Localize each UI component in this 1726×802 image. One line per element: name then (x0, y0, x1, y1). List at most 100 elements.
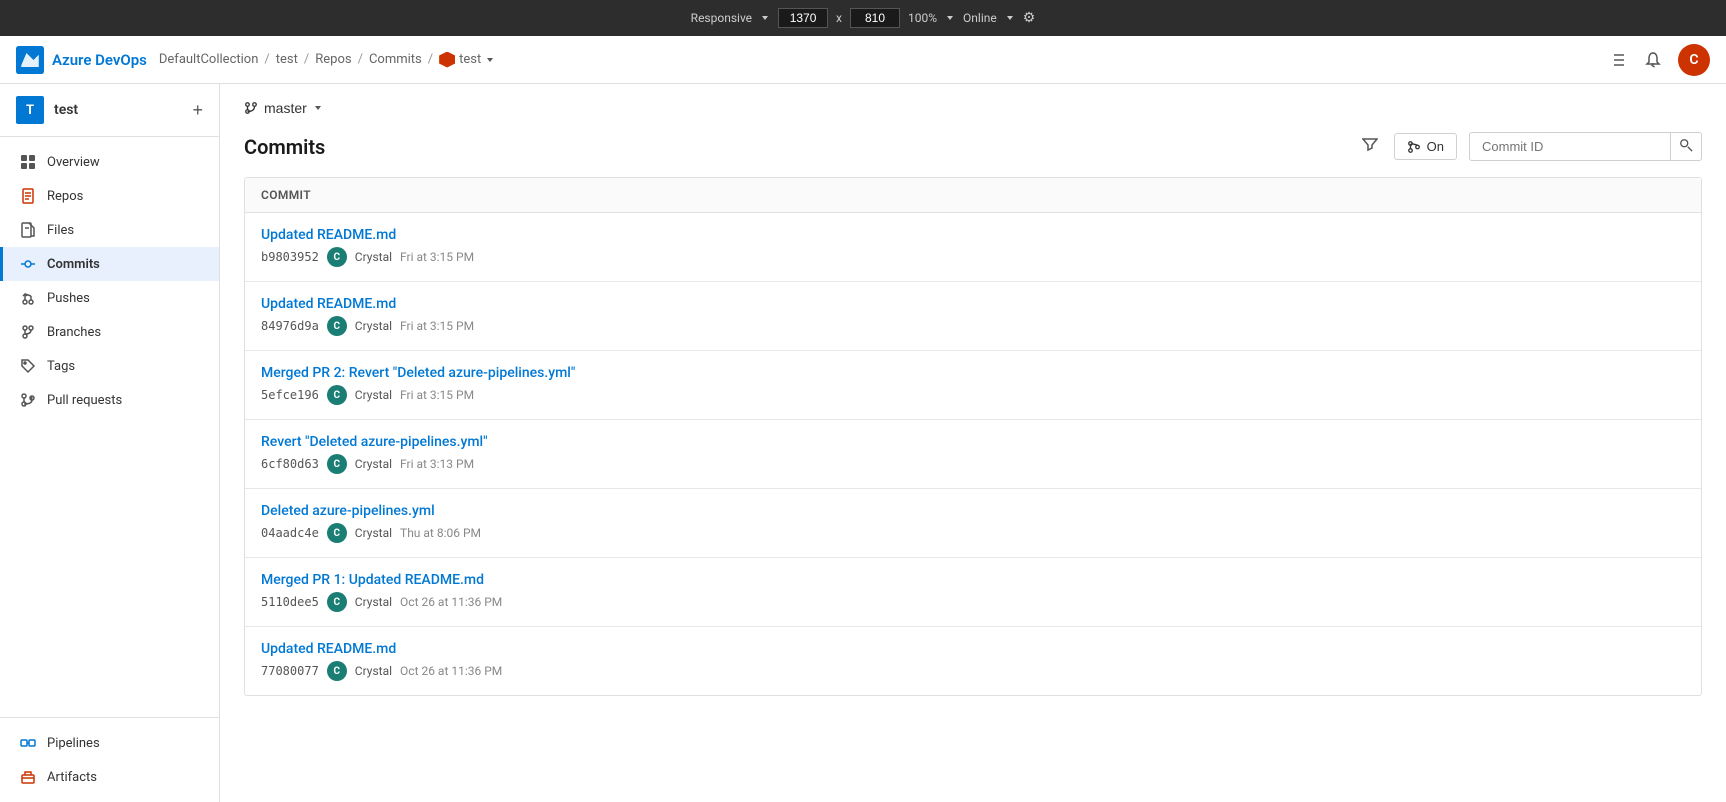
commits-rows: Updated README.md b9803952 C Crystal Fri… (245, 213, 1701, 695)
sidebar-nav: Overview Repos Files Commi (0, 137, 219, 713)
breadcrumb-collection[interactable]: DefaultCollection (159, 52, 259, 67)
breadcrumb-project[interactable]: test (276, 52, 298, 67)
author-avatar: C (327, 385, 347, 405)
browser-toolbar: Responsive x 100% Online ⚙ (0, 0, 1726, 36)
commit-id-input[interactable] (1470, 134, 1670, 159)
sidebar-item-repos[interactable]: Repos (0, 179, 219, 213)
search-icon (1679, 138, 1693, 152)
sidebar-item-pushes[interactable]: Pushes (0, 281, 219, 315)
commit-author: Crystal (355, 388, 392, 402)
commit-date: Fri at 3:15 PM (400, 388, 474, 402)
commit-hash: 77080077 (261, 664, 319, 678)
breadcrumb-sep1: / (264, 52, 269, 67)
commit-date: Oct 26 at 11:36 PM (400, 595, 502, 609)
sidebar-item-pull-requests[interactable]: Pull requests (0, 383, 219, 417)
branch-selector: master (220, 84, 1726, 124)
zoom-label: 100% (908, 11, 937, 25)
tags-icon (19, 357, 37, 375)
table-row[interactable]: Merged PR 1: Updated README.md 5110dee5 … (245, 558, 1701, 627)
project-initial: T (16, 96, 44, 124)
overview-icon (19, 153, 37, 171)
commit-meta: 84976d9a C Crystal Fri at 3:15 PM (261, 316, 1685, 336)
breadcrumb: DefaultCollection / test / Repos / Commi… (159, 52, 495, 68)
commit-date: Fri at 3:13 PM (400, 457, 474, 471)
breadcrumb-sep3: / (358, 52, 363, 67)
table-row[interactable]: Merged PR 2: Revert "Deleted azure-pipel… (245, 351, 1701, 420)
commit-meta: 5efce196 C Crystal Fri at 3:15 PM (261, 385, 1685, 405)
width-input[interactable] (778, 8, 828, 28)
sidebar-item-artifacts[interactable]: Artifacts (0, 760, 219, 794)
header-left: Azure DevOps DefaultCollection / test / … (16, 46, 495, 74)
notifications-button[interactable] (1644, 51, 1662, 69)
filter-icon (1362, 136, 1378, 152)
breadcrumb-sep2: / (304, 52, 309, 67)
commit-date: Thu at 8:06 PM (400, 526, 481, 540)
breadcrumb-repo[interactable]: test (439, 52, 495, 68)
toggle-button[interactable]: On (1394, 133, 1457, 160)
sidebar-item-pipelines[interactable]: Pipelines (0, 726, 219, 760)
commit-message: Revert "Deleted azure-pipelines.yml" (261, 434, 1685, 450)
overview-label: Overview (47, 155, 100, 170)
sidebar-item-tags[interactable]: Tags (0, 349, 219, 383)
repos-icon (19, 187, 37, 205)
table-row[interactable]: Updated README.md 84976d9a C Crystal Fri… (245, 282, 1701, 351)
commit-meta: 77080077 C Crystal Oct 26 at 11:36 PM (261, 661, 1685, 681)
sidebar-bottom-section: Pipelines Artifacts (0, 717, 219, 802)
checklist-button[interactable] (1610, 51, 1628, 69)
tags-label: Tags (47, 359, 75, 374)
pr-label: Pull requests (47, 393, 122, 408)
commit-id-search-button[interactable] (1670, 133, 1701, 160)
settings-icon[interactable]: ⚙ (1023, 10, 1036, 26)
commit-hash: 5110dee5 (261, 595, 319, 609)
branch-button[interactable]: master (244, 100, 323, 116)
files-label: Files (47, 223, 74, 238)
sidebar-add-button[interactable]: + (192, 101, 203, 119)
commit-message: Deleted azure-pipelines.yml (261, 503, 1685, 519)
user-avatar[interactable]: C (1678, 44, 1710, 76)
project-name: test (54, 102, 78, 118)
author-avatar: C (327, 661, 347, 681)
files-icon (19, 221, 37, 239)
checklist-icon (1610, 51, 1628, 69)
table-row[interactable]: Deleted azure-pipelines.yml 04aadc4e C C… (245, 489, 1701, 558)
ado-logo[interactable]: Azure DevOps (16, 46, 147, 74)
commit-meta: 04aadc4e C Crystal Thu at 8:06 PM (261, 523, 1685, 543)
sidebar-item-branches[interactable]: Branches (0, 315, 219, 349)
commit-meta: 5110dee5 C Crystal Oct 26 at 11:36 PM (261, 592, 1685, 612)
artifacts-label: Artifacts (47, 770, 97, 785)
commit-hash: b9803952 (261, 250, 319, 264)
sidebar-item-overview[interactable]: Overview (0, 145, 219, 179)
breadcrumb-repo-name: test (459, 52, 481, 67)
toggle-label: On (1427, 139, 1444, 154)
branch-dropdown-icon (313, 103, 323, 113)
branches-icon (19, 323, 37, 341)
commit-author: Crystal (355, 595, 392, 609)
sidebar-project-name: T test (16, 96, 78, 124)
commits-header: Commits On (220, 124, 1726, 177)
commit-message: Updated README.md (261, 227, 1685, 243)
author-avatar: C (327, 523, 347, 543)
page-title: Commits (244, 135, 325, 159)
commit-author: Crystal (355, 664, 392, 678)
responsive-dropdown-icon (760, 13, 770, 23)
table-row[interactable]: Updated README.md 77080077 C Crystal Oct… (245, 627, 1701, 695)
responsive-label: Responsive (691, 11, 752, 25)
pr-icon (19, 391, 37, 409)
breadcrumb-sep4: / (428, 52, 433, 67)
sidebar-item-files[interactable]: Files (0, 213, 219, 247)
commit-date: Fri at 3:15 PM (400, 250, 474, 264)
breadcrumb-commits[interactable]: Commits (369, 52, 422, 67)
table-row[interactable]: Revert "Deleted azure-pipelines.yml" 6cf… (245, 420, 1701, 489)
table-row[interactable]: Updated README.md b9803952 C Crystal Fri… (245, 213, 1701, 282)
sidebar: T test + Overview Repos (0, 84, 220, 802)
branches-label: Branches (47, 325, 101, 340)
pushes-label: Pushes (47, 291, 90, 306)
filter-button[interactable] (1358, 132, 1382, 161)
breadcrumb-repos[interactable]: Repos (315, 52, 351, 67)
branch-icon (244, 101, 258, 115)
sidebar-project: T test + (0, 84, 219, 137)
online-dropdown-icon (1005, 13, 1015, 23)
height-input[interactable] (850, 8, 900, 28)
zoom-dropdown-icon (945, 13, 955, 23)
sidebar-item-commits[interactable]: Commits (0, 247, 219, 281)
